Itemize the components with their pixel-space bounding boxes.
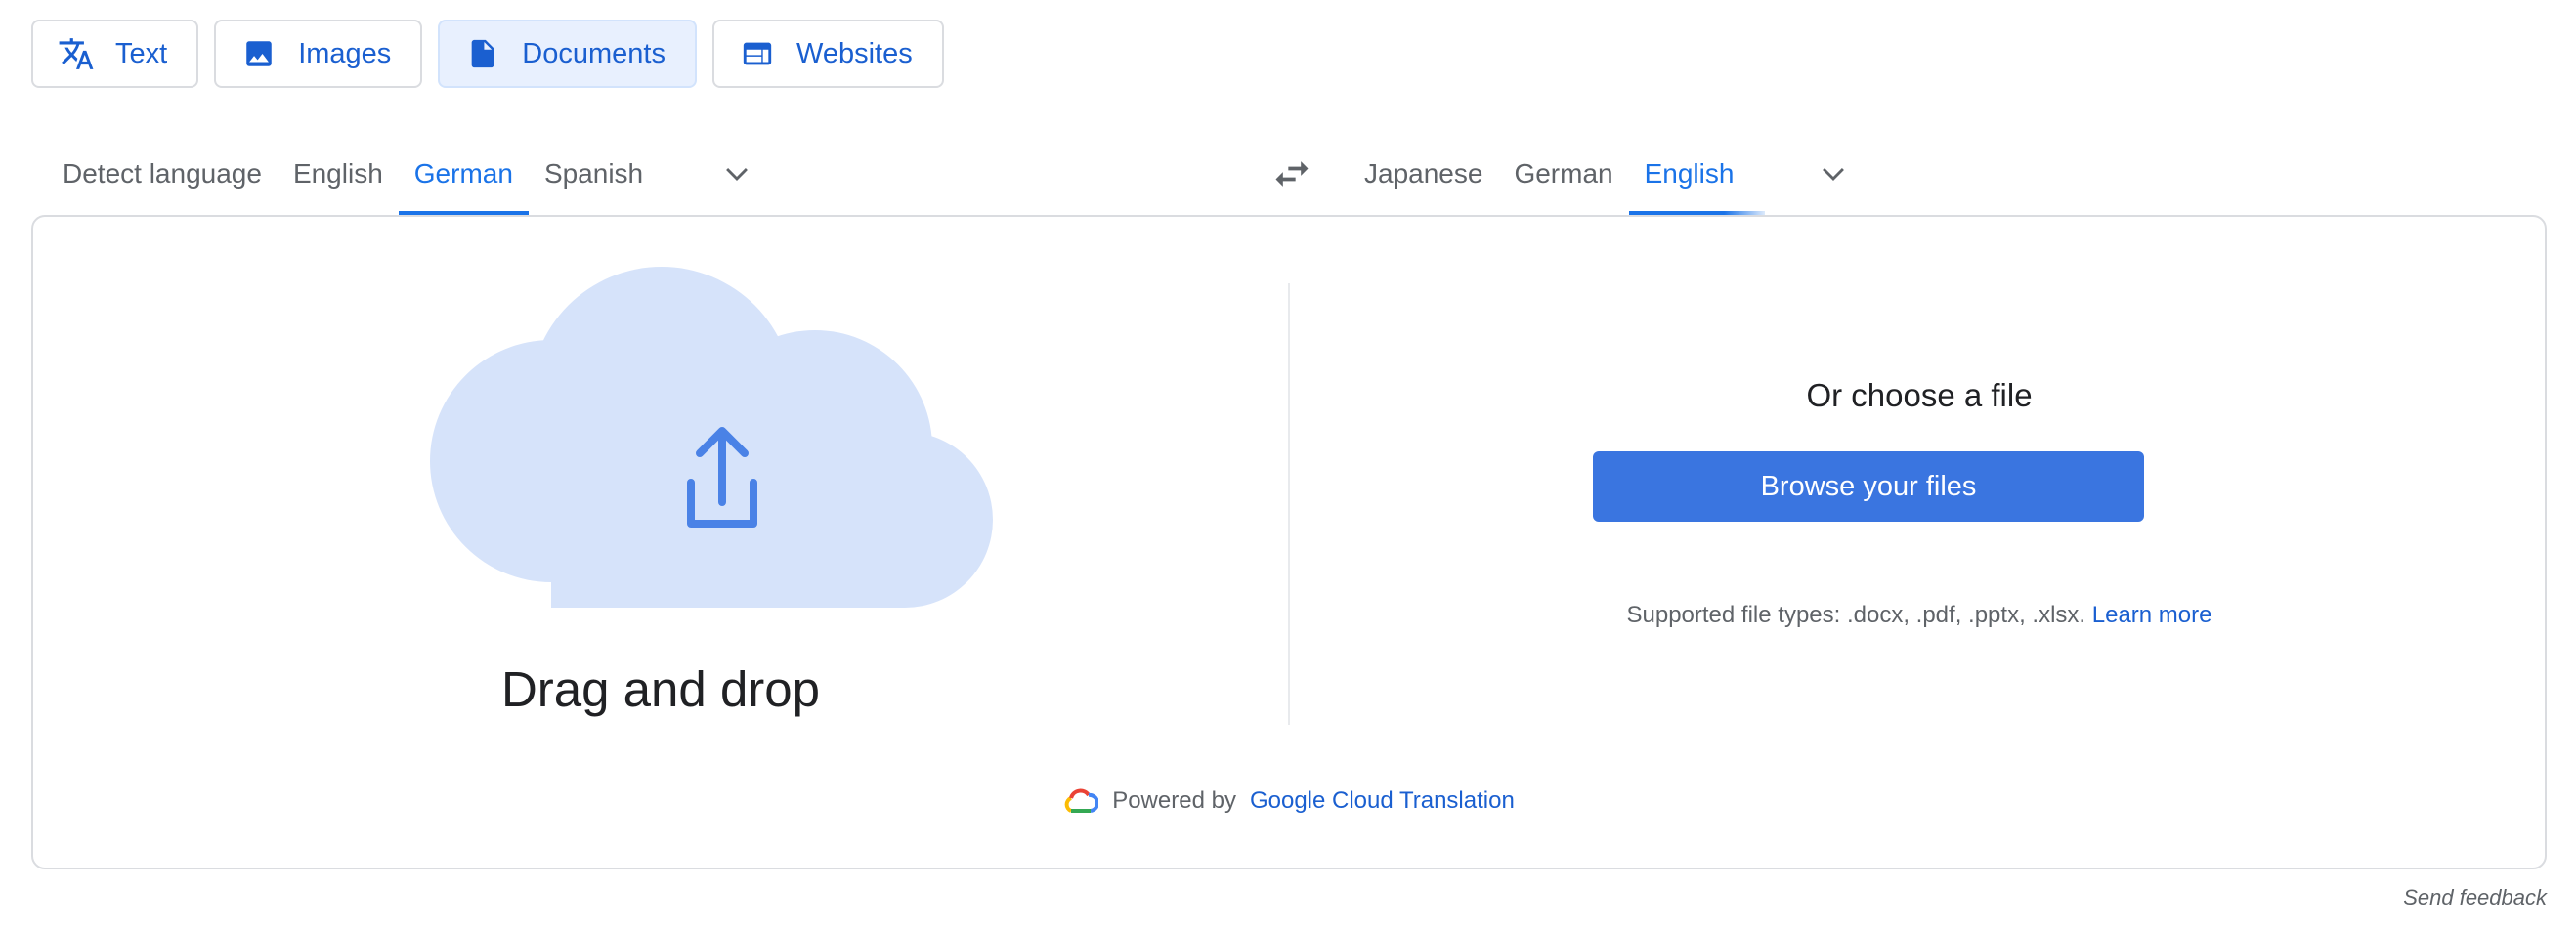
source-lang-english[interactable]: English: [278, 133, 399, 215]
mode-tab-websites[interactable]: Websites: [711, 20, 944, 88]
powered-by: Powered by Google Cloud Translation: [33, 787, 2545, 815]
drop-zone[interactable]: [430, 262, 1007, 614]
document-upload-panel: Drag and drop Or choose a file Browse yo…: [31, 215, 2547, 869]
drag-and-drop-label: Drag and drop: [500, 661, 821, 717]
mode-tab-label: Documents: [522, 37, 665, 69]
supported-file-types-text: Supported file types: .docx, .pdf, .pptx…: [1626, 602, 2086, 628]
cloud-upload-icon: [430, 267, 993, 608]
source-lang-spanish[interactable]: Spanish: [529, 133, 659, 215]
mode-tab-label: Websites: [795, 37, 913, 69]
target-language-bar: Japanese German English: [1349, 133, 1863, 215]
mode-tab-label: Images: [298, 37, 392, 69]
learn-more-link[interactable]: Learn more: [2092, 602, 2212, 628]
translate-icon: [57, 34, 96, 73]
chevron-down-icon: [1823, 168, 1845, 181]
google-cloud-logo-icon: [1064, 788, 1099, 813]
mode-tabs: Text Images Documents Websites: [31, 20, 944, 88]
source-more-languages-button[interactable]: [708, 133, 766, 215]
source-lang-german[interactable]: German: [398, 133, 530, 215]
mode-tab-text[interactable]: Text: [31, 20, 199, 88]
target-lang-german[interactable]: German: [1498, 133, 1628, 215]
supported-file-types: Supported file types: .docx, .pdf, .pptx…: [1290, 602, 2549, 629]
target-more-languages-button[interactable]: [1804, 133, 1863, 215]
image-icon: [239, 34, 279, 73]
mode-tab-images[interactable]: Images: [214, 20, 423, 88]
document-icon: [463, 34, 502, 73]
target-lang-japanese[interactable]: Japanese: [1349, 133, 1498, 215]
web-icon: [738, 34, 777, 73]
source-lang-detect[interactable]: Detect language: [47, 133, 278, 215]
swap-horiz-icon: [1275, 161, 1309, 187]
google-cloud-translation-link[interactable]: Google Cloud Translation: [1250, 787, 1515, 815]
panel-divider: [1288, 283, 1290, 725]
powered-by-text: Powered by: [1112, 787, 1236, 814]
chevron-down-icon: [726, 168, 749, 181]
swap-languages-button[interactable]: [1265, 147, 1319, 201]
mode-tab-documents[interactable]: Documents: [438, 20, 697, 88]
target-lang-english[interactable]: English: [1628, 133, 1766, 215]
mode-tab-label: Text: [115, 37, 168, 69]
browse-files-button[interactable]: Browse your files: [1593, 451, 2144, 522]
source-language-bar: Detect language English German Spanish: [47, 133, 766, 215]
choose-file-title: Or choose a file: [1806, 377, 2033, 413]
send-feedback-link[interactable]: Send feedback: [2403, 885, 2547, 911]
